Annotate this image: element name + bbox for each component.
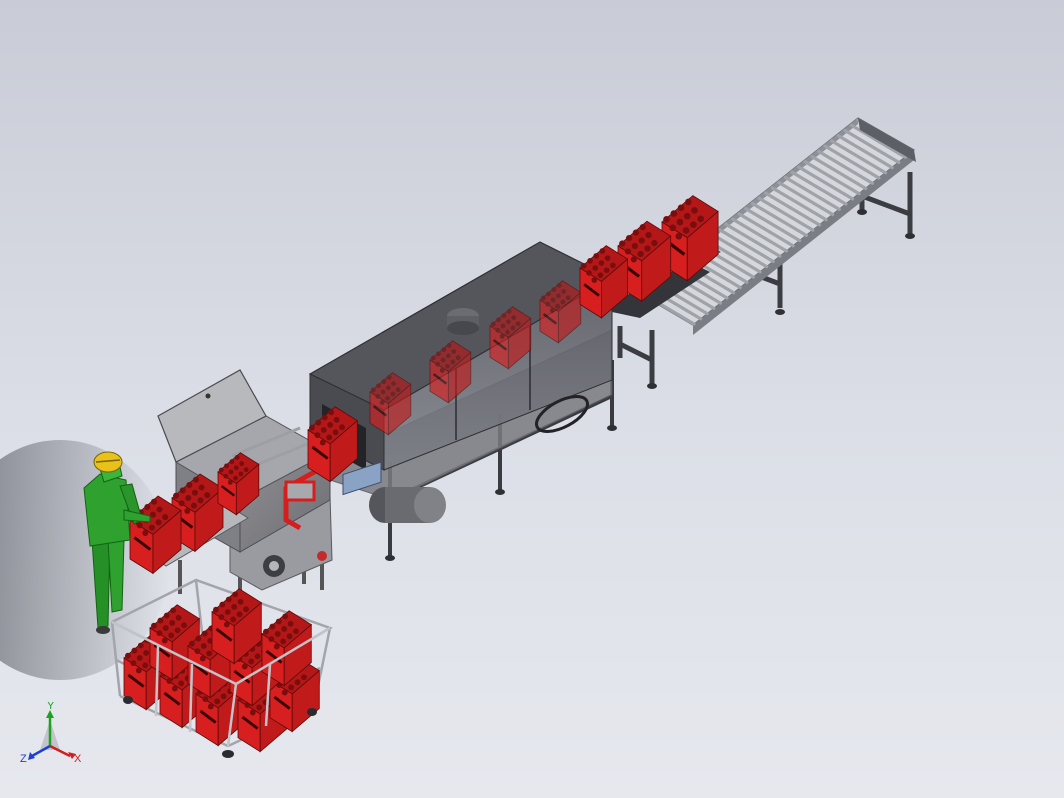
x-axis-arrow (49, 744, 71, 758)
x-axis-label: X (74, 753, 82, 765)
shrink-tunnel-machine[interactable] (308, 241, 617, 561)
assembly-scene (0, 117, 916, 758)
coordinate-triad: Y X Z (18, 700, 84, 772)
y-axis-label: Y (47, 702, 55, 712)
z-axis-label: Z (20, 753, 27, 765)
cad-viewport[interactable] (0, 0, 1064, 798)
collection-trolley[interactable] (110, 578, 333, 758)
